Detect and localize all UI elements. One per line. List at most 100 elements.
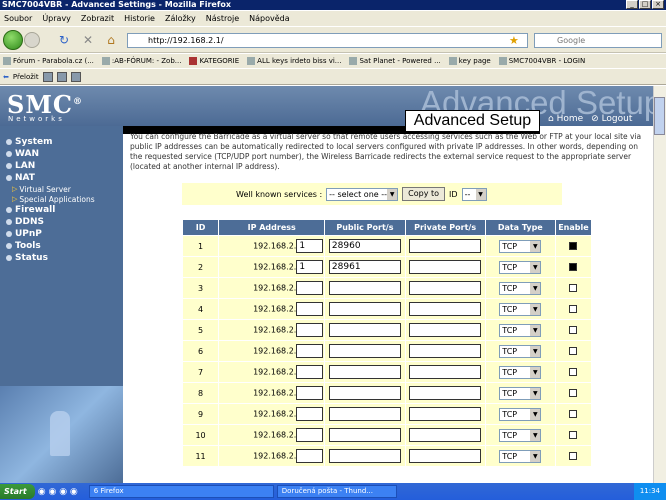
bookmark-item[interactable]: :AB-FÓRUM: - Zob... xyxy=(101,57,181,65)
public-port-input[interactable] xyxy=(328,281,401,295)
data-type-select[interactable]: TCP ▼ xyxy=(499,365,542,379)
sidebar-item-nat[interactable]: NAT xyxy=(0,172,123,184)
enable-checkbox[interactable] xyxy=(569,263,578,271)
data-type-select[interactable]: TCP ▼ xyxy=(499,239,542,253)
public-port-input[interactable]: 28960 xyxy=(328,239,401,253)
menu-history[interactable]: Historie xyxy=(124,14,155,23)
toolbar-tool-icon[interactable] xyxy=(42,71,53,82)
menu-view[interactable]: Zobrazit xyxy=(81,14,114,23)
search-input[interactable]: Google xyxy=(534,33,662,48)
well-known-select[interactable]: -- select one -- ▼ xyxy=(326,187,399,201)
ip-input[interactable] xyxy=(296,302,324,316)
home-link[interactable]: ⌂ Home xyxy=(548,114,583,124)
menu-file[interactable]: Soubor xyxy=(4,14,32,23)
private-port-input[interactable] xyxy=(409,407,482,421)
toolbar-tool-icon[interactable] xyxy=(56,71,67,82)
private-port-input[interactable] xyxy=(409,260,482,274)
translate-icon[interactable]: ⬅ xyxy=(3,73,9,81)
ip-input[interactable] xyxy=(296,428,324,442)
public-port-input[interactable] xyxy=(328,365,401,379)
ip-input[interactable] xyxy=(296,365,324,379)
logout-link[interactable]: ⊘ Logout xyxy=(591,114,632,124)
minimize-button[interactable]: _ xyxy=(626,0,638,9)
enable-checkbox[interactable] xyxy=(569,284,578,292)
private-port-input[interactable] xyxy=(409,281,482,295)
taskbar-item-thunderbird[interactable]: Doručená pošta - Thund... xyxy=(276,485,397,498)
ip-input[interactable] xyxy=(296,323,324,337)
translate-button[interactable]: Přeložit xyxy=(13,73,39,81)
close-button[interactable]: × xyxy=(652,0,664,9)
public-port-input[interactable] xyxy=(328,407,401,421)
enable-checkbox[interactable] xyxy=(569,431,578,439)
data-type-select[interactable]: TCP ▼ xyxy=(499,344,542,358)
url-field[interactable]: http://192.168.2.1/ xyxy=(127,33,528,48)
private-port-input[interactable] xyxy=(409,239,482,253)
bookmark-item[interactable]: ALL keys irdeto biss vi... xyxy=(247,57,341,65)
reload-icon[interactable]: ↻ xyxy=(56,32,72,48)
menu-bookmarks[interactable]: Záložky xyxy=(165,14,196,23)
data-type-select[interactable]: TCP ▼ xyxy=(499,281,542,295)
menu-help[interactable]: Nápověda xyxy=(249,14,290,23)
public-port-input[interactable] xyxy=(328,449,401,463)
sidebar-subitem-special-applications[interactable]: ▷ Special Applications xyxy=(0,194,123,204)
data-type-select[interactable]: TCP ▼ xyxy=(499,386,542,400)
vertical-scrollbar[interactable] xyxy=(653,86,666,483)
enable-checkbox[interactable] xyxy=(569,452,578,460)
back-button[interactable] xyxy=(3,30,23,50)
private-port-input[interactable] xyxy=(409,323,482,337)
data-type-select[interactable]: TCP ▼ xyxy=(499,323,542,337)
enable-checkbox[interactable] xyxy=(569,410,578,418)
public-port-input[interactable] xyxy=(328,428,401,442)
sidebar-item-ddns[interactable]: DDNS xyxy=(0,216,123,228)
enable-checkbox[interactable] xyxy=(569,326,578,334)
id-select[interactable]: -- ▼ xyxy=(461,187,487,201)
public-port-input[interactable] xyxy=(328,302,401,316)
bookmark-star-icon[interactable]: ★ xyxy=(509,34,519,47)
public-port-input[interactable] xyxy=(328,323,401,337)
bookmark-item[interactable]: Fórum - Parabola.cz (... xyxy=(3,57,94,65)
data-type-select[interactable]: TCP ▼ xyxy=(499,428,542,442)
forward-button[interactable] xyxy=(24,32,40,48)
public-port-input[interactable]: 28961 xyxy=(328,260,401,274)
data-type-select[interactable]: TCP ▼ xyxy=(499,260,542,274)
ip-input[interactable] xyxy=(296,449,324,463)
sidebar-item-firewall[interactable]: Firewall xyxy=(0,204,123,216)
public-port-input[interactable] xyxy=(328,386,401,400)
menu-edit[interactable]: Úpravy xyxy=(42,14,71,23)
private-port-input[interactable] xyxy=(409,302,482,316)
public-port-input[interactable] xyxy=(328,344,401,358)
enable-checkbox[interactable] xyxy=(569,305,578,313)
bookmark-item[interactable]: SMC7004VBR - LOGIN xyxy=(498,57,585,65)
data-type-select[interactable]: TCP ▼ xyxy=(499,449,542,463)
data-type-select[interactable]: TCP ▼ xyxy=(499,302,542,316)
ip-input[interactable]: 1 xyxy=(296,239,324,253)
enable-checkbox[interactable] xyxy=(569,389,578,397)
toolbar-tool-icon[interactable] xyxy=(70,71,81,82)
bookmark-item[interactable]: key page xyxy=(448,57,491,65)
sidebar-subitem-virtual-server[interactable]: ▷ Virtual Server xyxy=(0,184,123,194)
stop-icon[interactable]: ✕ xyxy=(80,32,96,48)
data-type-select[interactable]: TCP ▼ xyxy=(499,407,542,421)
ip-input[interactable] xyxy=(296,386,324,400)
menu-tools[interactable]: Nástroje xyxy=(206,14,239,23)
bookmark-item[interactable]: KATEGORIE xyxy=(189,57,239,65)
home-icon[interactable]: ⌂ xyxy=(103,32,119,48)
ip-input[interactable]: 1 xyxy=(296,260,324,274)
quicklaunch-icon[interactable]: ◉ ◉ ◉ ◉ xyxy=(38,487,78,497)
enable-checkbox[interactable] xyxy=(569,347,578,355)
taskbar-item-firefox[interactable]: 6 Firefox xyxy=(88,485,274,498)
sidebar-item-status[interactable]: Status xyxy=(0,252,123,264)
ip-input[interactable] xyxy=(296,281,324,295)
enable-checkbox[interactable] xyxy=(569,368,578,376)
sidebar-item-wan[interactable]: WAN xyxy=(0,148,123,160)
ip-input[interactable] xyxy=(296,344,324,358)
maximize-button[interactable]: □ xyxy=(639,0,651,9)
ip-input[interactable] xyxy=(296,407,324,421)
private-port-input[interactable] xyxy=(409,365,482,379)
private-port-input[interactable] xyxy=(409,449,482,463)
sidebar-item-system[interactable]: System xyxy=(0,136,123,148)
scrollbar-thumb[interactable] xyxy=(654,97,665,135)
sidebar-item-tools[interactable]: Tools xyxy=(0,240,123,252)
private-port-input[interactable] xyxy=(409,386,482,400)
private-port-input[interactable] xyxy=(409,344,482,358)
